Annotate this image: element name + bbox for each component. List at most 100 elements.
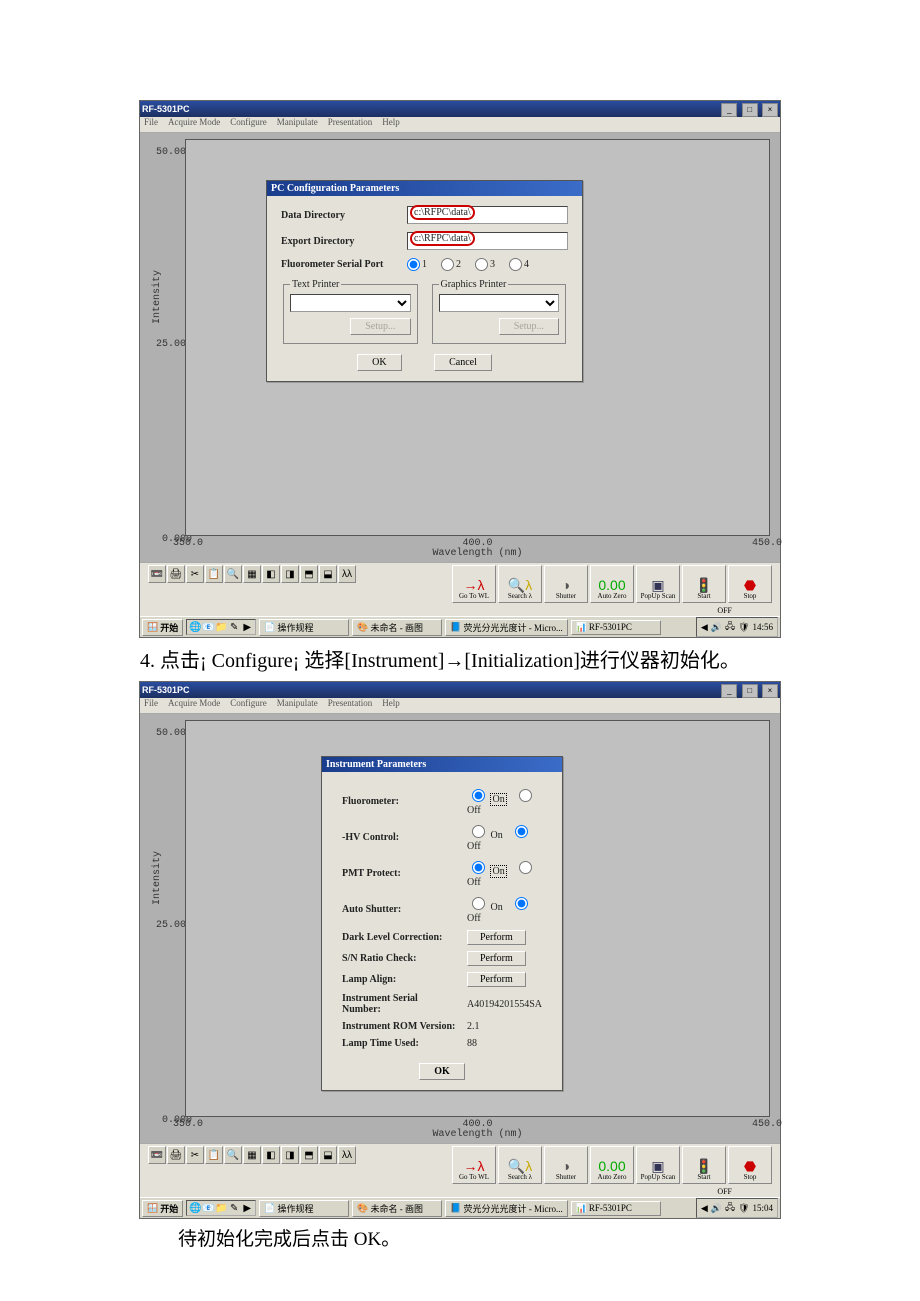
menu-presentation[interactable]: Presentation [328, 117, 373, 132]
task-item[interactable]: 📄操作规程 [259, 619, 349, 636]
param-label: PMT Protect: [338, 856, 461, 890]
mini-icon[interactable]: 🖨 [167, 1146, 185, 1164]
graphics-printer-select[interactable] [439, 294, 560, 312]
task-item[interactable]: 📘荧光分光光度计 - Micro... [445, 1200, 567, 1217]
bigbtn-searchl[interactable]: 🔍λSearch λ [498, 565, 542, 603]
app-title: RF-5301PC [142, 685, 190, 695]
text-printer-setup-button[interactable]: Setup... [350, 318, 410, 335]
system-tray: ◀🔊🖧🛡14:56 [696, 617, 778, 637]
serial-4[interactable] [509, 258, 522, 271]
serial-2[interactable] [441, 258, 454, 271]
perform-button[interactable]: Perform [467, 951, 526, 966]
menu-file[interactable]: File [144, 698, 158, 713]
value: A40194201554SA [467, 999, 542, 1010]
task-item[interactable]: 📊RF-5301PC [571, 620, 661, 635]
menu-manipulate[interactable]: Manipulate [277, 117, 318, 132]
bigbtn-autozero[interactable]: 0.00Auto Zero [590, 1146, 634, 1184]
mini-icon[interactable]: 📋 [205, 565, 223, 583]
mini-icon[interactable]: 📋 [205, 1146, 223, 1164]
menu-file[interactable]: File [144, 117, 158, 132]
serial-1[interactable] [407, 258, 420, 271]
mini-icon[interactable]: ◧ [262, 565, 280, 583]
bigbtn-autozero[interactable]: 0.00Auto Zero [590, 565, 634, 603]
graphics-printer-setup-button[interactable]: Setup... [499, 318, 559, 335]
close-button[interactable]: × [762, 684, 778, 698]
serial-port-label: Fluorometer Serial Port [281, 259, 401, 270]
menu-help[interactable]: Help [382, 117, 400, 132]
mini-icon[interactable]: ◨ [281, 565, 299, 583]
caption-2: 待初始化完成后点击 OK。 [140, 1225, 780, 1255]
mini-icon[interactable]: λλ [338, 1146, 356, 1164]
export-dir-label: Export Directory [281, 236, 401, 247]
mini-icon[interactable]: 🖨 [167, 565, 185, 583]
task-item[interactable]: 📊RF-5301PC [571, 1201, 661, 1216]
task-item[interactable]: 📘荧光分光光度计 - Micro... [445, 619, 567, 636]
task-item[interactable]: 🎨未命名 - 画图 [352, 619, 442, 636]
task-item[interactable]: 📄操作规程 [259, 1200, 349, 1217]
maximize-button[interactable]: □ [742, 103, 758, 117]
menu-acquire[interactable]: Acquire Mode [168, 698, 220, 713]
data-dir-input[interactable]: c:\RFPC\data\ [407, 206, 568, 224]
start-icon: 🚦 [695, 1159, 712, 1173]
plot-area: PC Configuration Parameters Data Directo… [185, 139, 770, 536]
x-axis: 350.0 400.0 450.0 Wavelength (nm) [185, 536, 770, 562]
instrument-params-table: Fluorometer: On Off-HV Control: On OffPM… [336, 782, 548, 1053]
radio-on[interactable]: On [467, 902, 503, 913]
minimize-button[interactable]: _ [721, 684, 737, 698]
mini-icon[interactable]: ⬓ [319, 1146, 337, 1164]
bigbtn-stop[interactable]: ⬣Stop [728, 565, 772, 603]
text-printer-select[interactable] [290, 294, 411, 312]
gotowl-icon: →λ [464, 578, 485, 592]
mini-icon[interactable]: 🔍 [224, 565, 242, 583]
radio-on[interactable]: On [467, 866, 507, 877]
task-item[interactable]: 🎨未命名 - 画图 [352, 1200, 442, 1217]
mini-icon[interactable]: 🔍 [224, 1146, 242, 1164]
mini-icon[interactable]: ◧ [262, 1146, 280, 1164]
menu-acquire[interactable]: Acquire Mode [168, 117, 220, 132]
close-button[interactable]: × [762, 103, 778, 117]
radio-on[interactable]: On [467, 830, 503, 841]
mini-icon[interactable]: ⬒ [300, 1146, 318, 1164]
mini-icon[interactable]: ✂ [186, 1146, 204, 1164]
value: 2.1 [467, 1021, 480, 1032]
mini-icon[interactable]: ▦ [243, 565, 261, 583]
start-button[interactable]: 🪟开始 [142, 619, 183, 636]
bigbtn-popup[interactable]: ▣PopUp Scan [636, 565, 680, 603]
mini-icon[interactable]: 📼 [148, 1146, 166, 1164]
menu-presentation[interactable]: Presentation [328, 698, 373, 713]
bigbtn-gotowl[interactable]: →λGo To WL [452, 565, 496, 603]
bigbtn-popup[interactable]: ▣PopUp Scan [636, 1146, 680, 1184]
mini-icon[interactable]: ⬒ [300, 565, 318, 583]
bigbtn-start[interactable]: 🚦Start [682, 565, 726, 603]
mini-icon[interactable]: ▦ [243, 1146, 261, 1164]
minimize-button[interactable]: _ [721, 103, 737, 117]
bigbtn-searchl[interactable]: 🔍λSearch λ [498, 1146, 542, 1184]
ok-button[interactable]: OK [419, 1063, 465, 1080]
perform-button[interactable]: Perform [467, 972, 526, 987]
menu-help[interactable]: Help [382, 698, 400, 713]
export-dir-input[interactable]: c:\RFPC\data\ [407, 232, 568, 250]
menu-manipulate[interactable]: Manipulate [277, 698, 318, 713]
menu-configure[interactable]: Configure [230, 698, 267, 713]
mini-icon[interactable]: ✂ [186, 565, 204, 583]
mini-icon[interactable]: ◨ [281, 1146, 299, 1164]
bigbtn-start[interactable]: 🚦Start [682, 1146, 726, 1184]
ok-button[interactable]: OK [357, 354, 401, 371]
mini-icon[interactable]: 📼 [148, 565, 166, 583]
mini-icon[interactable]: ⬓ [319, 565, 337, 583]
cancel-button[interactable]: Cancel [434, 354, 492, 371]
perform-button[interactable]: Perform [467, 930, 526, 945]
maximize-button[interactable]: □ [742, 684, 758, 698]
radio-on[interactable]: On [467, 794, 507, 805]
mini-toolbar: 📼🖨 ✂📋 🔍▦ ◧◨ ⬒⬓ λλ [148, 565, 356, 583]
bigbtn-shutter[interactable]: ◑Shutter [544, 565, 588, 603]
param-label: -HV Control: [338, 820, 461, 854]
menu-configure[interactable]: Configure [230, 117, 267, 132]
bigbtn-stop[interactable]: ⬣Stop [728, 1146, 772, 1184]
start-button[interactable]: 🪟开始 [142, 1200, 183, 1217]
serial-3[interactable] [475, 258, 488, 271]
mini-icon[interactable]: λλ [338, 565, 356, 583]
bigbtn-shutter[interactable]: ◑Shutter [544, 1146, 588, 1184]
param-label: Instrument ROM Version: [338, 1019, 461, 1034]
bigbtn-gotowl[interactable]: →λGo To WL [452, 1146, 496, 1184]
